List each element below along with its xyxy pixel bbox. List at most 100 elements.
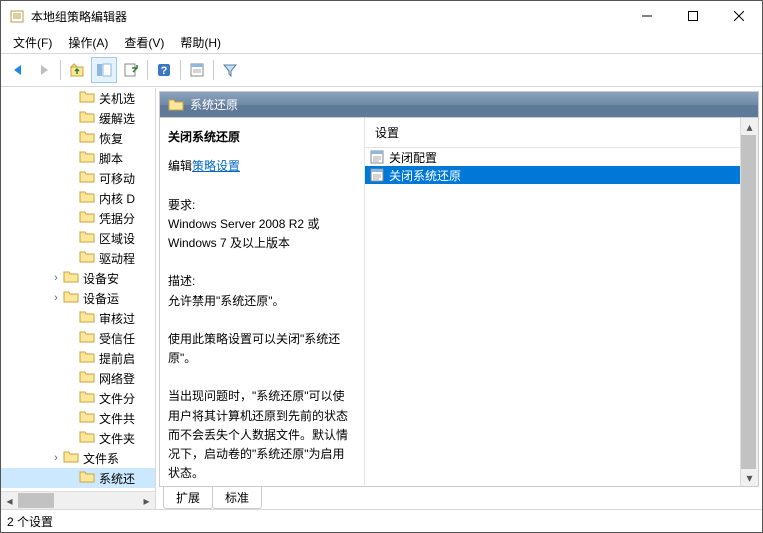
close-button[interactable] bbox=[716, 1, 762, 31]
tree-item-label: 受信任 bbox=[99, 330, 135, 347]
folder-icon bbox=[79, 250, 95, 266]
separator bbox=[147, 60, 148, 80]
tree-item[interactable]: 提前启 bbox=[1, 348, 155, 368]
section-title: 系统还原 bbox=[190, 96, 238, 113]
folder-icon bbox=[79, 370, 95, 386]
tree-item[interactable]: 缓解选 bbox=[1, 108, 155, 128]
export-button[interactable] bbox=[119, 58, 143, 82]
window-title: 本地组策略编辑器 bbox=[31, 8, 624, 25]
menubar: 文件(F) 操作(A) 查看(V) 帮助(H) bbox=[1, 31, 762, 54]
description-text-2: 使用此策略设置可以关闭"系统还原"。 bbox=[168, 330, 356, 368]
properties-button[interactable] bbox=[185, 58, 209, 82]
tree-item[interactable]: 系统还 bbox=[1, 468, 155, 488]
app-icon bbox=[9, 8, 25, 24]
folder-icon bbox=[79, 230, 95, 246]
maximize-button[interactable] bbox=[670, 1, 716, 31]
menu-file[interactable]: 文件(F) bbox=[5, 32, 60, 53]
tab-standard[interactable]: 标准 bbox=[212, 487, 262, 509]
menu-action[interactable]: 操作(A) bbox=[60, 32, 116, 53]
folder-icon bbox=[79, 470, 95, 486]
up-button[interactable] bbox=[65, 58, 89, 82]
tree-item-label: 文件共 bbox=[99, 410, 135, 427]
settings-list[interactable]: 关闭配置关闭系统还原 bbox=[365, 148, 740, 486]
statusbar: 2 个设置 bbox=[1, 509, 762, 532]
tree-item[interactable]: › 文件系 bbox=[1, 448, 155, 468]
folder-icon bbox=[79, 390, 95, 406]
menu-help[interactable]: 帮助(H) bbox=[172, 32, 229, 53]
separator bbox=[213, 60, 214, 80]
forward-button[interactable] bbox=[32, 58, 56, 82]
settings-row-label: 关闭配置 bbox=[389, 149, 437, 166]
tree-item[interactable]: › 设备运 bbox=[1, 288, 155, 308]
expand-icon[interactable]: › bbox=[49, 292, 63, 304]
tree-item-label: 缓解选 bbox=[99, 110, 135, 127]
scroll-left-button[interactable]: ◂ bbox=[1, 493, 18, 508]
show-hide-tree-button[interactable] bbox=[91, 57, 117, 83]
tree[interactable]: 关机选缓解选恢复脚本可移动内核 D凭据分区域设驱动程›设备安›设备运审核过受信任… bbox=[1, 88, 155, 491]
folder-icon bbox=[79, 170, 95, 186]
policy-icon bbox=[369, 167, 385, 183]
expand-icon[interactable]: › bbox=[49, 452, 63, 464]
tree-item[interactable]: 驱动程 bbox=[1, 248, 155, 268]
tree-item-label: 审核过 bbox=[99, 310, 135, 327]
view-tabs: 扩展 标准 bbox=[159, 487, 759, 509]
tab-extended[interactable]: 扩展 bbox=[163, 487, 213, 509]
tree-item[interactable]: ›设备安 bbox=[1, 268, 155, 288]
titlebar[interactable]: 本地组策略编辑器 bbox=[1, 1, 762, 31]
tree-item-label: 可移动 bbox=[99, 170, 135, 187]
tree-item[interactable]: 文件夹 bbox=[1, 428, 155, 448]
tree-item[interactable]: 关机选 bbox=[1, 88, 155, 108]
folder-icon bbox=[79, 330, 95, 346]
folder-icon bbox=[79, 210, 95, 226]
filter-button[interactable] bbox=[218, 58, 242, 82]
folder-icon bbox=[79, 110, 95, 126]
settings-row-label: 关闭系统还原 bbox=[389, 167, 461, 184]
right-vscrollbar[interactable]: ▴ ▾ bbox=[740, 118, 758, 486]
tree-item[interactable]: 网络登 bbox=[1, 368, 155, 388]
tree-item[interactable]: 凭据分 bbox=[1, 208, 155, 228]
tree-item-label: 凭据分 bbox=[99, 210, 135, 227]
settings-row[interactable]: 关闭系统还原 bbox=[365, 166, 740, 184]
separator bbox=[180, 60, 181, 80]
tree-item[interactable]: 审核过 bbox=[1, 308, 155, 328]
tree-pane: 关机选缓解选恢复脚本可移动内核 D凭据分区域设驱动程›设备安›设备运审核过受信任… bbox=[1, 88, 156, 509]
tree-item[interactable]: 内核 D bbox=[1, 188, 155, 208]
menu-view[interactable]: 查看(V) bbox=[116, 32, 172, 53]
section-header: 系统还原 bbox=[159, 91, 759, 117]
folder-icon bbox=[79, 130, 95, 146]
settings-row[interactable]: 关闭配置 bbox=[365, 148, 740, 166]
tree-item-label: 脚本 bbox=[99, 150, 123, 167]
tree-item-label: 文件系 bbox=[83, 450, 119, 467]
tree-item-label: 关机选 bbox=[99, 90, 135, 107]
tree-item[interactable]: 可移动 bbox=[1, 168, 155, 188]
description-text-1: 允许禁用"系统还原"。 bbox=[168, 292, 356, 311]
tree-item[interactable]: 文件分 bbox=[1, 388, 155, 408]
tree-item-label: 文件分 bbox=[99, 390, 135, 407]
scroll-up-button[interactable]: ▴ bbox=[741, 118, 758, 135]
description-pane: 关闭系统还原 编辑策略设置 要求: Windows Server 2008 R2… bbox=[160, 118, 365, 486]
policy-icon bbox=[369, 149, 385, 165]
separator bbox=[60, 60, 61, 80]
tree-item[interactable]: 区域设 bbox=[1, 228, 155, 248]
tree-item[interactable]: 脚本 bbox=[1, 148, 155, 168]
edit-line: 编辑策略设置 bbox=[168, 157, 356, 176]
tree-item[interactable]: 恢复 bbox=[1, 128, 155, 148]
tree-item-label: 恢复 bbox=[99, 130, 123, 147]
help-button[interactable]: ? bbox=[152, 58, 176, 82]
minimize-button[interactable] bbox=[624, 1, 670, 31]
expand-icon[interactable]: › bbox=[49, 272, 63, 284]
requirements-label: 要求: bbox=[168, 196, 356, 215]
tree-item-label: 驱动程 bbox=[99, 250, 135, 267]
settings-list-pane: 设置 关闭配置关闭系统还原 bbox=[365, 118, 740, 486]
edit-policy-link[interactable]: 策略设置 bbox=[192, 159, 240, 173]
tree-hscrollbar[interactable]: ◂ ▸ bbox=[1, 491, 155, 509]
tree-item[interactable]: 文件共 bbox=[1, 408, 155, 428]
folder-icon bbox=[79, 190, 95, 206]
column-header-setting[interactable]: 设置 bbox=[365, 118, 740, 148]
back-button[interactable] bbox=[6, 58, 30, 82]
tree-item[interactable]: 受信任 bbox=[1, 328, 155, 348]
folder-icon bbox=[79, 310, 95, 326]
tree-item-label: 设备运 bbox=[83, 290, 119, 307]
scroll-right-button[interactable]: ▸ bbox=[138, 493, 155, 508]
scroll-down-button[interactable]: ▾ bbox=[741, 469, 758, 486]
